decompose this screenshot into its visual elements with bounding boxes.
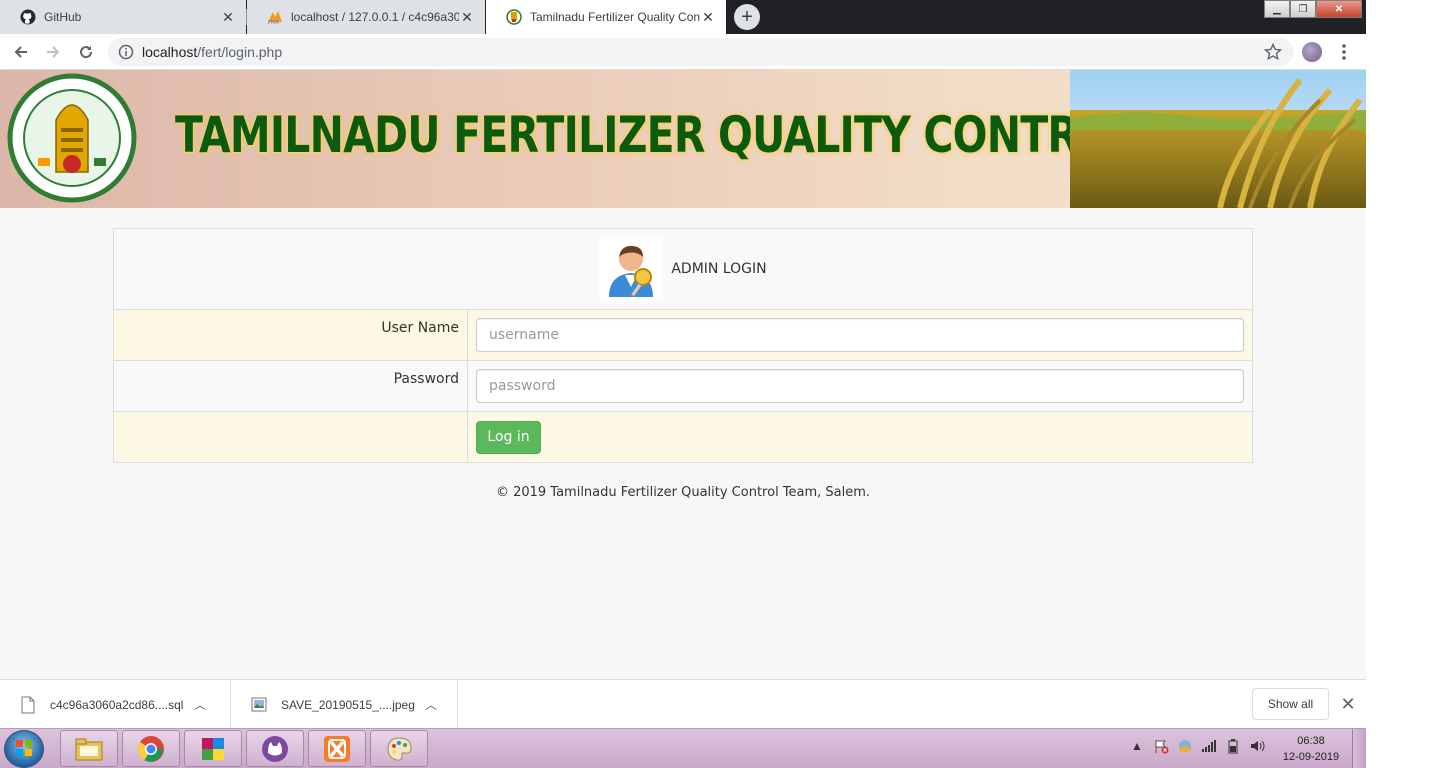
show-desktop-button[interactable] — [1352, 729, 1366, 768]
clock-date: 12-09-2019 — [1282, 751, 1340, 763]
password-label: Password — [113, 360, 468, 412]
password-row: Password — [113, 360, 1253, 412]
url-host: localhost — [142, 44, 198, 60]
tab-phpmyadmin[interactable]: PMA localhost / 127.0.0.1 / c4c96a306 ✕ — [246, 0, 485, 34]
folder-icon — [75, 738, 103, 760]
volume-icon[interactable] — [1248, 737, 1266, 755]
page-viewport: TAMILNADU FERTILIZER QUALITY CONTROL ADM… — [0, 70, 1366, 679]
download-shelf: c4c96a3060a2cd86....sql ︿ SAVE_20190515_… — [0, 679, 1366, 729]
system-clock[interactable]: 06:38 12-09-2019 — [1276, 733, 1346, 765]
file-icon — [21, 696, 35, 713]
back-button[interactable] — [9, 40, 33, 64]
download-item[interactable]: SAVE_20190515_....jpeg ︿ — [231, 680, 458, 729]
windows-taskbar: ▲ 06:38 12-09-2019 — [0, 728, 1366, 768]
download-filename: SAVE_20190515_....jpeg — [281, 697, 415, 712]
xampp-icon — [324, 735, 350, 762]
taskbar-paint[interactable] — [370, 730, 428, 767]
window-controls: ▁ ❐ ✕ — [1264, 0, 1362, 18]
tab-strip: GitHub ✕ PMA localhost / 127.0.0.1 / c4c… — [0, 0, 1366, 34]
login-header-cell: ADMIN LOGIN — [113, 228, 1253, 310]
back-arrow-icon — [14, 46, 27, 58]
tray-expand-icon[interactable]: ▲ — [1128, 737, 1146, 755]
chevron-up-icon[interactable]: ︿ — [190, 696, 210, 713]
username-label: User Name — [113, 309, 468, 361]
taskbar-explorer[interactable] — [60, 730, 118, 767]
login-heading: ADMIN LOGIN — [671, 261, 767, 277]
taskbar-chrome[interactable] — [122, 730, 180, 767]
tab-close-icon[interactable]: ✕ — [220, 9, 236, 25]
github-icon — [20, 9, 36, 25]
tab-fertilizer[interactable]: Tamilnadu Fertilizer Quality Cont ✕ — [486, 0, 726, 34]
action-center-flag-icon[interactable] — [1152, 737, 1170, 755]
reload-button[interactable] — [74, 40, 98, 64]
tab-github[interactable]: GitHub ✕ — [0, 0, 246, 34]
password-input[interactable] — [476, 369, 1244, 403]
forward-arrow-icon — [47, 46, 60, 58]
battery-icon[interactable] — [1224, 737, 1242, 755]
profile-avatar[interactable] — [1302, 42, 1322, 62]
new-tab-button[interactable]: + — [734, 4, 760, 30]
emblem-icon — [506, 9, 522, 25]
banner-title: TAMILNADU FERTILIZER QUALITY CONTROL — [175, 106, 1138, 164]
plus-icon: + — [741, 6, 753, 28]
info-icon[interactable] — [118, 44, 134, 60]
clock-time: 06:38 — [1297, 735, 1325, 747]
chevron-up-icon[interactable]: ︿ — [421, 696, 441, 713]
image-file-icon — [251, 697, 267, 711]
archive-icon — [202, 737, 224, 760]
submit-cell: Log in — [467, 411, 1253, 463]
forward-button[interactable] — [41, 40, 65, 64]
submit-row: Log in — [113, 411, 1253, 463]
bookmark-star-icon[interactable] — [1264, 43, 1282, 61]
url-path: /fert/login.php — [197, 44, 283, 60]
minimize-button[interactable]: ▁ — [1264, 0, 1290, 18]
system-tray: ▲ — [1128, 737, 1266, 755]
header-banner: TAMILNADU FERTILIZER QUALITY CONTROL — [0, 70, 1366, 208]
chrome-icon — [137, 735, 164, 762]
windows-logo-icon — [16, 740, 32, 756]
network-globe-icon[interactable] — [1176, 737, 1194, 755]
taskbar-winrar[interactable] — [184, 730, 242, 767]
menu-kebab-icon[interactable] — [1336, 42, 1352, 62]
address-bar[interactable]: localhost/fert/login.php — [108, 38, 1294, 66]
footer-copyright: © 2019 Tamilnadu Fertilizer Quality Cont… — [495, 485, 871, 500]
tab-title: Tamilnadu Fertilizer Quality Cont — [530, 10, 700, 24]
login-table: ADMIN LOGIN User Name Password Log i — [113, 228, 1253, 463]
browser-toolbar: localhost/fert/login.php — [0, 34, 1366, 70]
show-all-downloads-button[interactable]: Show all — [1252, 688, 1329, 720]
tab-close-icon[interactable]: ✕ — [700, 9, 716, 25]
tab-close-icon[interactable]: ✕ — [459, 9, 475, 25]
username-cell — [467, 309, 1253, 361]
login-button[interactable]: Log in — [476, 420, 541, 454]
tab-title: GitHub — [44, 10, 82, 24]
submit-row-spacer — [113, 411, 468, 463]
cat-app-icon — [262, 735, 288, 762]
reload-icon — [80, 46, 93, 59]
download-filename: c4c96a3060a2cd86....sql — [50, 697, 184, 712]
start-button[interactable] — [4, 730, 44, 768]
password-cell — [467, 360, 1253, 412]
phpmyadmin-icon: PMA — [267, 9, 283, 25]
taskbar-xampp[interactable] — [308, 730, 366, 767]
login-header-row: ADMIN LOGIN — [113, 228, 1253, 310]
close-window-button[interactable]: ✕ — [1316, 0, 1362, 18]
taskbar-app-cat[interactable] — [246, 730, 304, 767]
tab-title: localhost / 127.0.0.1 / c4c96a306 — [291, 10, 459, 24]
screen: GitHub ✕ PMA localhost / 127.0.0.1 / c4c… — [0, 0, 1366, 768]
paddy-field-image — [1070, 70, 1366, 208]
signal-strength-icon[interactable] — [1200, 737, 1218, 755]
svg-text:PMA: PMA — [268, 20, 279, 25]
username-input[interactable] — [476, 318, 1244, 352]
url-text: localhost/fert/login.php — [142, 44, 282, 60]
paint-palette-icon — [387, 736, 412, 761]
restore-button[interactable]: ❐ — [1290, 0, 1316, 18]
username-row: User Name — [113, 309, 1253, 361]
close-shelf-icon[interactable]: ✕ — [1338, 694, 1358, 714]
admin-user-key-icon — [599, 237, 664, 301]
tamilnadu-emblem-logo — [7, 73, 137, 203]
download-item[interactable]: c4c96a3060a2cd86....sql ︿ — [0, 680, 231, 729]
